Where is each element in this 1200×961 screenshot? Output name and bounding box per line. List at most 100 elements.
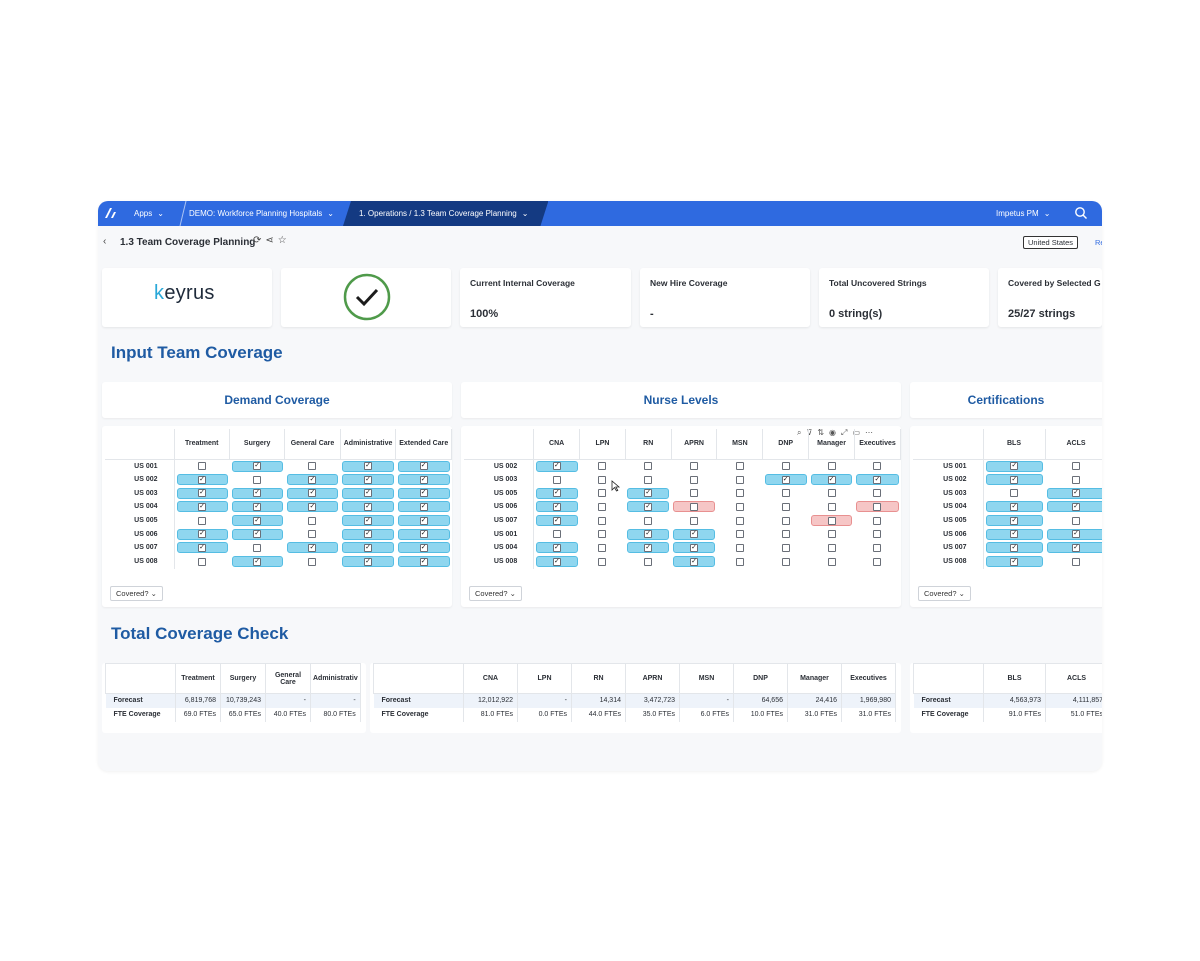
- star-icon[interactable]: ☆: [278, 235, 287, 246]
- checkbox-checked[interactable]: ✓: [1010, 543, 1019, 552]
- checkbox-unchecked[interactable]: [735, 502, 744, 511]
- checkbox-checked[interactable]: ✓: [1010, 557, 1019, 566]
- checkbox-unchecked[interactable]: [735, 543, 744, 552]
- checkbox-unchecked[interactable]: [552, 475, 561, 484]
- checkbox-checked[interactable]: ✓: [253, 530, 262, 539]
- checkbox-unchecked[interactable]: [827, 557, 836, 566]
- checkbox-unchecked[interactable]: [690, 475, 699, 484]
- checkbox-unchecked[interactable]: [198, 516, 206, 525]
- checkbox-checked[interactable]: ✓: [644, 502, 653, 511]
- search-icon[interactable]: [1074, 206, 1088, 220]
- checkbox-checked[interactable]: ✓: [364, 530, 373, 539]
- checkbox-checked[interactable]: ✓: [198, 475, 206, 484]
- checkbox-unchecked[interactable]: [198, 557, 206, 566]
- checkbox-unchecked[interactable]: [690, 502, 699, 511]
- checkbox-unchecked[interactable]: [552, 530, 561, 539]
- checkbox-checked[interactable]: ✓: [364, 543, 373, 552]
- checkbox-checked[interactable]: ✓: [419, 489, 428, 498]
- checkbox-checked[interactable]: ✓: [1010, 502, 1019, 511]
- checkbox-unchecked[interactable]: [827, 530, 836, 539]
- checkbox-unchecked[interactable]: [781, 462, 790, 471]
- checkbox-unchecked[interactable]: [308, 557, 317, 566]
- checkbox-checked[interactable]: ✓: [644, 543, 653, 552]
- checkbox-unchecked[interactable]: [735, 489, 744, 498]
- covered-filter-dropdown[interactable]: Covered? ⌄: [469, 586, 522, 601]
- checkbox-unchecked[interactable]: [781, 502, 790, 511]
- checkbox-unchecked[interactable]: [598, 530, 607, 539]
- checkbox-checked[interactable]: ✓: [419, 543, 428, 552]
- checkbox-checked[interactable]: ✓: [552, 462, 561, 471]
- checkbox-checked[interactable]: ✓: [253, 557, 262, 566]
- checkbox-checked[interactable]: ✓: [419, 530, 428, 539]
- checkbox-unchecked[interactable]: [644, 462, 653, 471]
- checkbox-checked[interactable]: ✓: [552, 489, 561, 498]
- checkbox-unchecked[interactable]: [253, 543, 262, 552]
- checkbox-unchecked[interactable]: [1010, 489, 1019, 498]
- checkbox-checked[interactable]: ✓: [364, 502, 373, 511]
- region-selector[interactable]: United States: [1023, 236, 1079, 249]
- checkbox-unchecked[interactable]: [198, 462, 206, 471]
- checkbox-checked[interactable]: ✓: [308, 543, 317, 552]
- checkbox-unchecked[interactable]: [827, 502, 836, 511]
- checkbox-checked[interactable]: ✓: [1072, 530, 1080, 539]
- checkbox-unchecked[interactable]: [644, 475, 653, 484]
- checkbox-checked[interactable]: ✓: [308, 475, 317, 484]
- checkbox-unchecked[interactable]: [308, 516, 317, 525]
- checkbox-unchecked[interactable]: [735, 557, 744, 566]
- checkbox-unchecked[interactable]: [873, 516, 882, 525]
- checkbox-checked[interactable]: ✓: [419, 557, 428, 566]
- covered-filter-dropdown[interactable]: Covered? ⌄: [110, 586, 163, 601]
- checkbox-unchecked[interactable]: [827, 543, 836, 552]
- checkbox-checked[interactable]: ✓: [419, 516, 428, 525]
- checkbox-unchecked[interactable]: [781, 557, 790, 566]
- apps-menu[interactable]: Apps ⌄: [134, 201, 164, 226]
- checkbox-unchecked[interactable]: [827, 489, 836, 498]
- checkbox-unchecked[interactable]: [253, 475, 262, 484]
- checkbox-checked[interactable]: ✓: [552, 502, 561, 511]
- checkbox-unchecked[interactable]: [644, 557, 653, 566]
- checkbox-checked[interactable]: ✓: [364, 462, 373, 471]
- checkbox-checked[interactable]: ✓: [308, 489, 317, 498]
- share-icon[interactable]: ⋖: [265, 235, 273, 246]
- checkbox-checked[interactable]: ✓: [873, 475, 882, 484]
- checkbox-unchecked[interactable]: [1072, 557, 1080, 566]
- checkbox-checked[interactable]: ✓: [827, 475, 836, 484]
- checkbox-checked[interactable]: ✓: [552, 543, 561, 552]
- checkbox-checked[interactable]: ✓: [364, 557, 373, 566]
- checkbox-unchecked[interactable]: [873, 489, 882, 498]
- checkbox-checked[interactable]: ✓: [1010, 475, 1019, 484]
- checkbox-checked[interactable]: ✓: [364, 489, 373, 498]
- checkbox-unchecked[interactable]: [735, 530, 744, 539]
- checkbox-unchecked[interactable]: [735, 462, 744, 471]
- checkbox-unchecked[interactable]: [781, 530, 790, 539]
- checkbox-checked[interactable]: ✓: [644, 489, 653, 498]
- checkbox-unchecked[interactable]: [598, 516, 607, 525]
- checkbox-checked[interactable]: ✓: [690, 530, 699, 539]
- checkbox-unchecked[interactable]: [598, 543, 607, 552]
- checkbox-checked[interactable]: ✓: [198, 489, 206, 498]
- checkbox-unchecked[interactable]: [308, 462, 317, 471]
- user-menu[interactable]: Impetus PM ⌄: [996, 201, 1050, 226]
- refresh-icon[interactable]: ⟳: [253, 235, 261, 246]
- secondary-selector[interactable]: Re: [1095, 238, 1102, 247]
- checkbox-checked[interactable]: ✓: [1010, 530, 1019, 539]
- checkbox-unchecked[interactable]: [873, 502, 882, 511]
- checkbox-unchecked[interactable]: [690, 516, 699, 525]
- checkbox-unchecked[interactable]: [1072, 516, 1080, 525]
- checkbox-unchecked[interactable]: [781, 543, 790, 552]
- checkbox-checked[interactable]: ✓: [690, 543, 699, 552]
- checkbox-checked[interactable]: ✓: [1072, 543, 1080, 552]
- checkbox-unchecked[interactable]: [644, 516, 653, 525]
- checkbox-checked[interactable]: ✓: [419, 502, 428, 511]
- checkbox-checked[interactable]: ✓: [419, 462, 428, 471]
- checkbox-checked[interactable]: ✓: [644, 530, 653, 539]
- page-menu[interactable]: 1. Operations / 1.3 Team Coverage Planni…: [343, 201, 548, 226]
- workspace-menu[interactable]: DEMO: Workforce Planning Hospitals ⌄: [189, 201, 334, 226]
- checkbox-unchecked[interactable]: [735, 475, 744, 484]
- back-chevron-icon[interactable]: ‹: [103, 236, 106, 247]
- checkbox-checked[interactable]: ✓: [1072, 502, 1080, 511]
- checkbox-unchecked[interactable]: [308, 530, 317, 539]
- checkbox-checked[interactable]: ✓: [690, 557, 699, 566]
- checkbox-checked[interactable]: ✓: [552, 557, 561, 566]
- checkbox-unchecked[interactable]: [873, 557, 882, 566]
